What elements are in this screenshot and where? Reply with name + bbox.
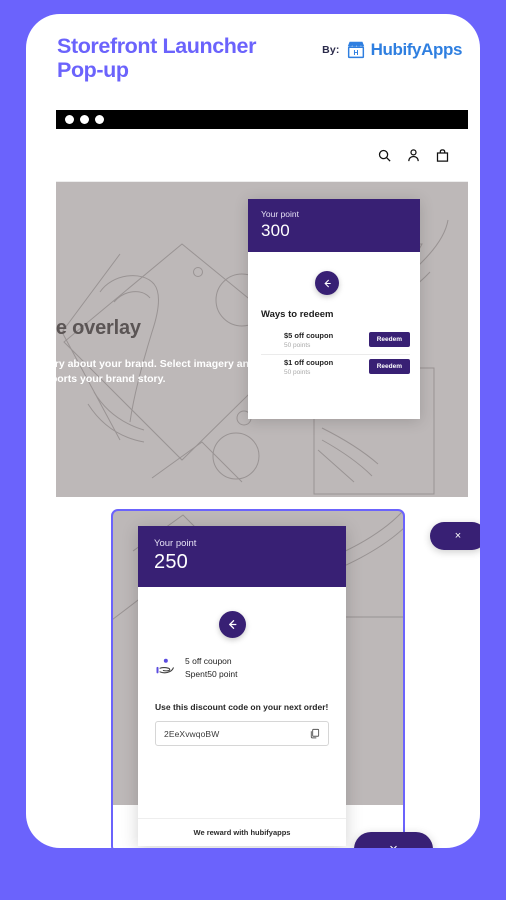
popup-header: Your point 250 [138,526,346,587]
close-icon: × [454,529,462,542]
points-label: Your point [261,209,299,219]
back-button[interactable] [315,271,339,295]
section-title: Ways to redeem [261,309,334,320]
page-header: Storefront Launcher Pop-up By: H HubifyA… [26,14,480,98]
svg-text:H: H [353,50,358,57]
popup-body: Ways to redeem $5 off coupon 50 points R… [248,252,420,419]
browser-titlebar [56,110,468,129]
back-button[interactable] [219,611,246,638]
redeem-button[interactable]: Reedem [368,332,410,347]
search-icon[interactable] [377,148,392,163]
redeem-info: $5 off coupon 50 points [261,331,333,350]
redeem-list: $5 off coupon 50 points Reedem $1 off co… [261,328,410,381]
points-value: 250 [154,551,188,573]
coupon-name: $1 off coupon [284,357,334,367]
popup-body: 5 off coupon Spent50 point Use this disc… [138,587,346,846]
window-dot-maximize[interactable] [95,115,104,124]
hand-coin-icon [155,655,175,677]
discount-code-field[interactable]: 2EeXvwqoBW [155,721,329,746]
window-dot-minimize[interactable] [80,115,89,124]
popup-header: Your point 300 [248,199,420,252]
storefront-icon: H [345,39,367,61]
by-label: By: [322,44,340,56]
storefront-nav-bar [56,129,468,182]
discount-code-popup: Your point 250 5 off coupon Spent50 poin… [138,526,346,846]
page-frame: Storefront Launcher Pop-up By: H HubifyA… [26,14,480,848]
coupon-points: 50 points [284,368,311,376]
points-value: 300 [261,221,290,240]
discount-code-value: 2EeXvwqoBW [164,728,220,739]
footer-text: We reward with hubifyapps [193,828,291,837]
points-label: Your point [154,538,197,549]
coupon-spent: Spent50 point [185,668,238,679]
shopping-bag-icon[interactable] [435,148,450,163]
arrow-left-icon [322,278,333,289]
redeem-info: $1 off coupon 50 points [261,358,333,377]
account-icon[interactable] [406,148,421,163]
list-item: $1 off coupon 50 points Reedem [261,355,410,381]
coupon-name: $5 off coupon [284,331,334,340]
redeem-button[interactable]: Reedem [368,358,410,374]
close-launcher-button-large[interactable]: × [354,832,433,848]
copy-icon[interactable] [309,728,320,739]
close-launcher-button-small[interactable]: × [430,522,480,550]
list-item: $5 off coupon 50 points Reedem [261,328,410,355]
coupon-summary: 5 off coupon Spent50 point [155,655,237,681]
ways-to-redeem-popup: Your point 300 Ways to redeem $5 off cou… [248,199,420,419]
coupon-points: 50 points [284,341,311,349]
popup-footer: We reward with hubifyapps [138,818,346,846]
discount-code-popup-highlight[interactable]: Your point 250 5 off coupon Spent50 poin… [111,509,405,848]
page-title: Storefront Launcher Pop-up [57,34,257,83]
coupon-name: 5 off coupon [185,656,232,666]
brand-name: HubifyApps [370,40,463,59]
arrow-left-icon [226,618,239,631]
discount-instruction: Use this discount code on your next orde… [155,702,329,712]
brand-logo: H HubifyApps [345,39,462,61]
hero-bottom-strip [56,497,468,505]
close-icon: × [389,842,398,849]
attribution-block: By: H HubifyApps [322,39,462,61]
coupon-text: 5 off coupon Spent50 point [185,655,237,681]
window-dot-close[interactable] [65,115,74,124]
